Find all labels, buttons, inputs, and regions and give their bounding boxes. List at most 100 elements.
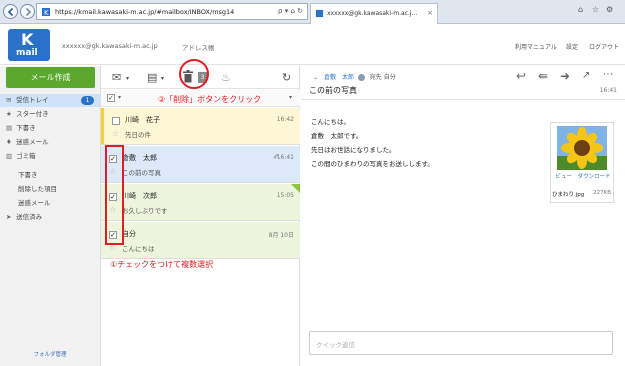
message-date: 8月 10日 — [268, 232, 294, 239]
sidebar-item-sent[interactable]: ➤ 送信済み — [0, 211, 100, 224]
message-subject-title: この前の写真 — [309, 86, 357, 95]
sender-name[interactable]: 倉敷 太郎 — [324, 74, 354, 81]
quick-reply-field[interactable]: クイック返信 — [309, 331, 613, 355]
chevron-down-icon[interactable]: ▾ — [161, 75, 164, 82]
forward-button[interactable] — [20, 4, 35, 19]
reading-pane: ⌄ 倉敷 太郎 宛先 自分 この前の写真 ↩ ⇚ ➜ ↗ ⋯ 16:41 こんに… — [301, 66, 625, 366]
flame-icon[interactable]: ♨ — [221, 71, 231, 84]
popout-icon[interactable]: ↗ — [582, 70, 590, 81]
quick-reply-placeholder: クイック返信 — [316, 341, 355, 349]
star-icon: ★ — [6, 110, 12, 118]
logo-letter: K — [21, 30, 34, 49]
message-row[interactable]: 川崎 花子 16:42 ☆ 先日の件 — [101, 108, 300, 145]
sidebar-item-label: 削除した項目 — [18, 185, 57, 193]
forward-icon[interactable]: ➜ — [560, 69, 570, 83]
spam-icon: ♦ — [6, 138, 12, 146]
message-subject: こんにちは — [122, 245, 155, 253]
star-icon[interactable]: ☆ — [112, 129, 119, 138]
attachment-size: 227KB — [593, 190, 611, 196]
settings-link[interactable]: 設定 — [566, 42, 578, 51]
recipient-text: 宛先 自分 — [369, 74, 396, 81]
sidebar-item-trash[interactable]: ▥ ゴミ箱 — [0, 150, 100, 163]
compose-button[interactable]: メール作成 — [6, 67, 95, 88]
sidebar-item-label: 受信トレイ — [16, 96, 49, 104]
annotation-delete: ②「削除」ボタンをクリック — [158, 95, 262, 104]
chevron-down-icon[interactable]: ⌄ — [313, 74, 320, 81]
sidebar-item-label: 送信済み — [16, 213, 43, 221]
view-link[interactable]: ビュー — [555, 174, 572, 180]
tab-close-icon[interactable]: × — [427, 9, 433, 17]
browser-tab[interactable]: xxxxxx@gk.kawasaki-m.ac.j... × — [310, 3, 438, 24]
sidebar-item-inbox[interactable]: ✉ 受信トレイ 1 — [0, 94, 100, 107]
account-address: xxxxxx@gk.kawasaki-m.ac.jp — [62, 42, 158, 50]
url-text: https://kmail.kawasaki-m.ac.jp/#mailbox/… — [55, 8, 235, 16]
message-date: 15:05 — [276, 192, 294, 199]
sidebar-item-sub-drafts[interactable]: 下書き — [0, 169, 100, 182]
logo-word: mail — [16, 48, 38, 58]
chevron-down-icon[interactable]: ▾ — [126, 75, 129, 82]
sidebar-item-label: ゴミ箱 — [16, 152, 36, 160]
sunflower-thumbnail[interactable] — [557, 126, 607, 170]
address-book-link[interactable]: アドレス帳 — [182, 42, 215, 52]
sidebar-item-spam[interactable]: ♦ 迷惑メール — [0, 136, 100, 149]
message-row[interactable]: ✓ 倉敷 太郎 ✐ 16:41 ☆ この前の写真 — [101, 146, 300, 183]
message-time: 16:41 — [599, 87, 617, 94]
draft-icon: ▤ — [6, 124, 13, 132]
kmail-logo[interactable]: K mail — [8, 29, 50, 61]
message-row[interactable]: ✓ 川崎 次郎 15:05 ☆ お久しぶりです — [101, 184, 300, 221]
sidebar-item-sub-spam[interactable]: 迷惑メール — [0, 197, 100, 210]
sidebar-item-label: スター付き — [16, 110, 49, 118]
settings-gear-icon[interactable]: ⚙ — [606, 5, 613, 14]
logout-link[interactable]: ログアウト — [589, 42, 619, 51]
sidebar-item-label: 下書き — [16, 124, 36, 132]
chevron-down-icon[interactable]: ▾ — [118, 94, 121, 101]
address-bar[interactable]: K https://kmail.kawasaki-m.ac.jp/#mailbo… — [36, 3, 308, 20]
contact-badge-icon — [357, 74, 365, 81]
body-line: この間のひまわりの写真をお送しします。 — [311, 160, 434, 168]
sidebar-item-drafts[interactable]: ▤ 下書き — [0, 122, 100, 135]
body-line: 先日はお世話になりました。 — [311, 146, 396, 154]
sender-line: ⌄ 倉敷 太郎 宛先 自分 — [313, 72, 396, 81]
sidebar-item-label: 迷惑メール — [18, 199, 51, 207]
trash-icon: ▥ — [6, 152, 13, 160]
message-from: 自分 — [122, 230, 136, 238]
sidebar-item-starred[interactable]: ★ スター付き — [0, 108, 100, 121]
reply-icon[interactable]: ↩ — [516, 69, 526, 83]
move-folder-icon[interactable]: ▤ — [147, 71, 157, 84]
annotation-select: ①チェックをつけて複数選択 — [110, 260, 214, 269]
tab-title: xxxxxx@gk.kawasaki-m.ac.j... — [327, 10, 418, 17]
folder-admin-link[interactable]: フォルダ管理 — [0, 350, 100, 358]
sent-icon: ➤ — [6, 213, 12, 221]
tab-favicon-icon — [315, 9, 324, 18]
attachment-card: ビュー ダウンロード ひまわり.jpg 227KB — [550, 122, 614, 203]
home-icon[interactable]: ⌂ — [578, 5, 583, 14]
browser-toolbar: K https://kmail.kawasaki-m.ac.jp/#mailbo… — [0, 0, 625, 24]
inbox-icon: ✉ — [6, 96, 12, 104]
download-link[interactable]: ダウンロード — [578, 174, 611, 180]
chevron-down-icon[interactable]: ▾ — [289, 94, 292, 101]
message-from: 倉敷 太郎 — [122, 154, 157, 162]
select-all-checkbox[interactable]: ✓ — [107, 94, 115, 102]
more-icon[interactable]: ⋯ — [603, 69, 613, 80]
message-subject: 先日の件 — [125, 131, 151, 139]
reply-all-icon[interactable]: ⇚ — [538, 69, 548, 83]
annotation-selection-box — [105, 145, 124, 245]
address-controls[interactable]: ρ ▾ ⌂ ↻ — [278, 7, 303, 15]
body-line: 倉敷 太郎です。 — [311, 132, 363, 140]
refresh-icon[interactable]: ↻ — [282, 71, 291, 84]
mark-read-icon[interactable]: ✉ — [112, 71, 121, 84]
sidebar-item-deleted[interactable]: 削除した項目 — [0, 183, 100, 196]
message-row[interactable]: ✓ 自分 8月 10日 ☆ こんにちは — [101, 222, 300, 259]
row-checkbox[interactable] — [112, 117, 120, 125]
back-button[interactable] — [3, 4, 18, 19]
svg-text:K: K — [44, 9, 49, 17]
sidebar-item-label: 迷惑メール — [16, 138, 49, 146]
message-subject: お久しぶりです — [122, 207, 168, 215]
message-date: 16:41 — [276, 154, 294, 161]
attachment-links: ビュー ダウンロード — [551, 172, 615, 180]
attachment-name: ひまわり.jpg — [552, 192, 585, 198]
favorites-icon[interactable]: ☆ — [592, 5, 599, 14]
divider — [301, 99, 625, 100]
manual-link[interactable]: 利用マニュアル — [515, 42, 557, 51]
sidebar-item-label: 下書き — [18, 171, 38, 179]
